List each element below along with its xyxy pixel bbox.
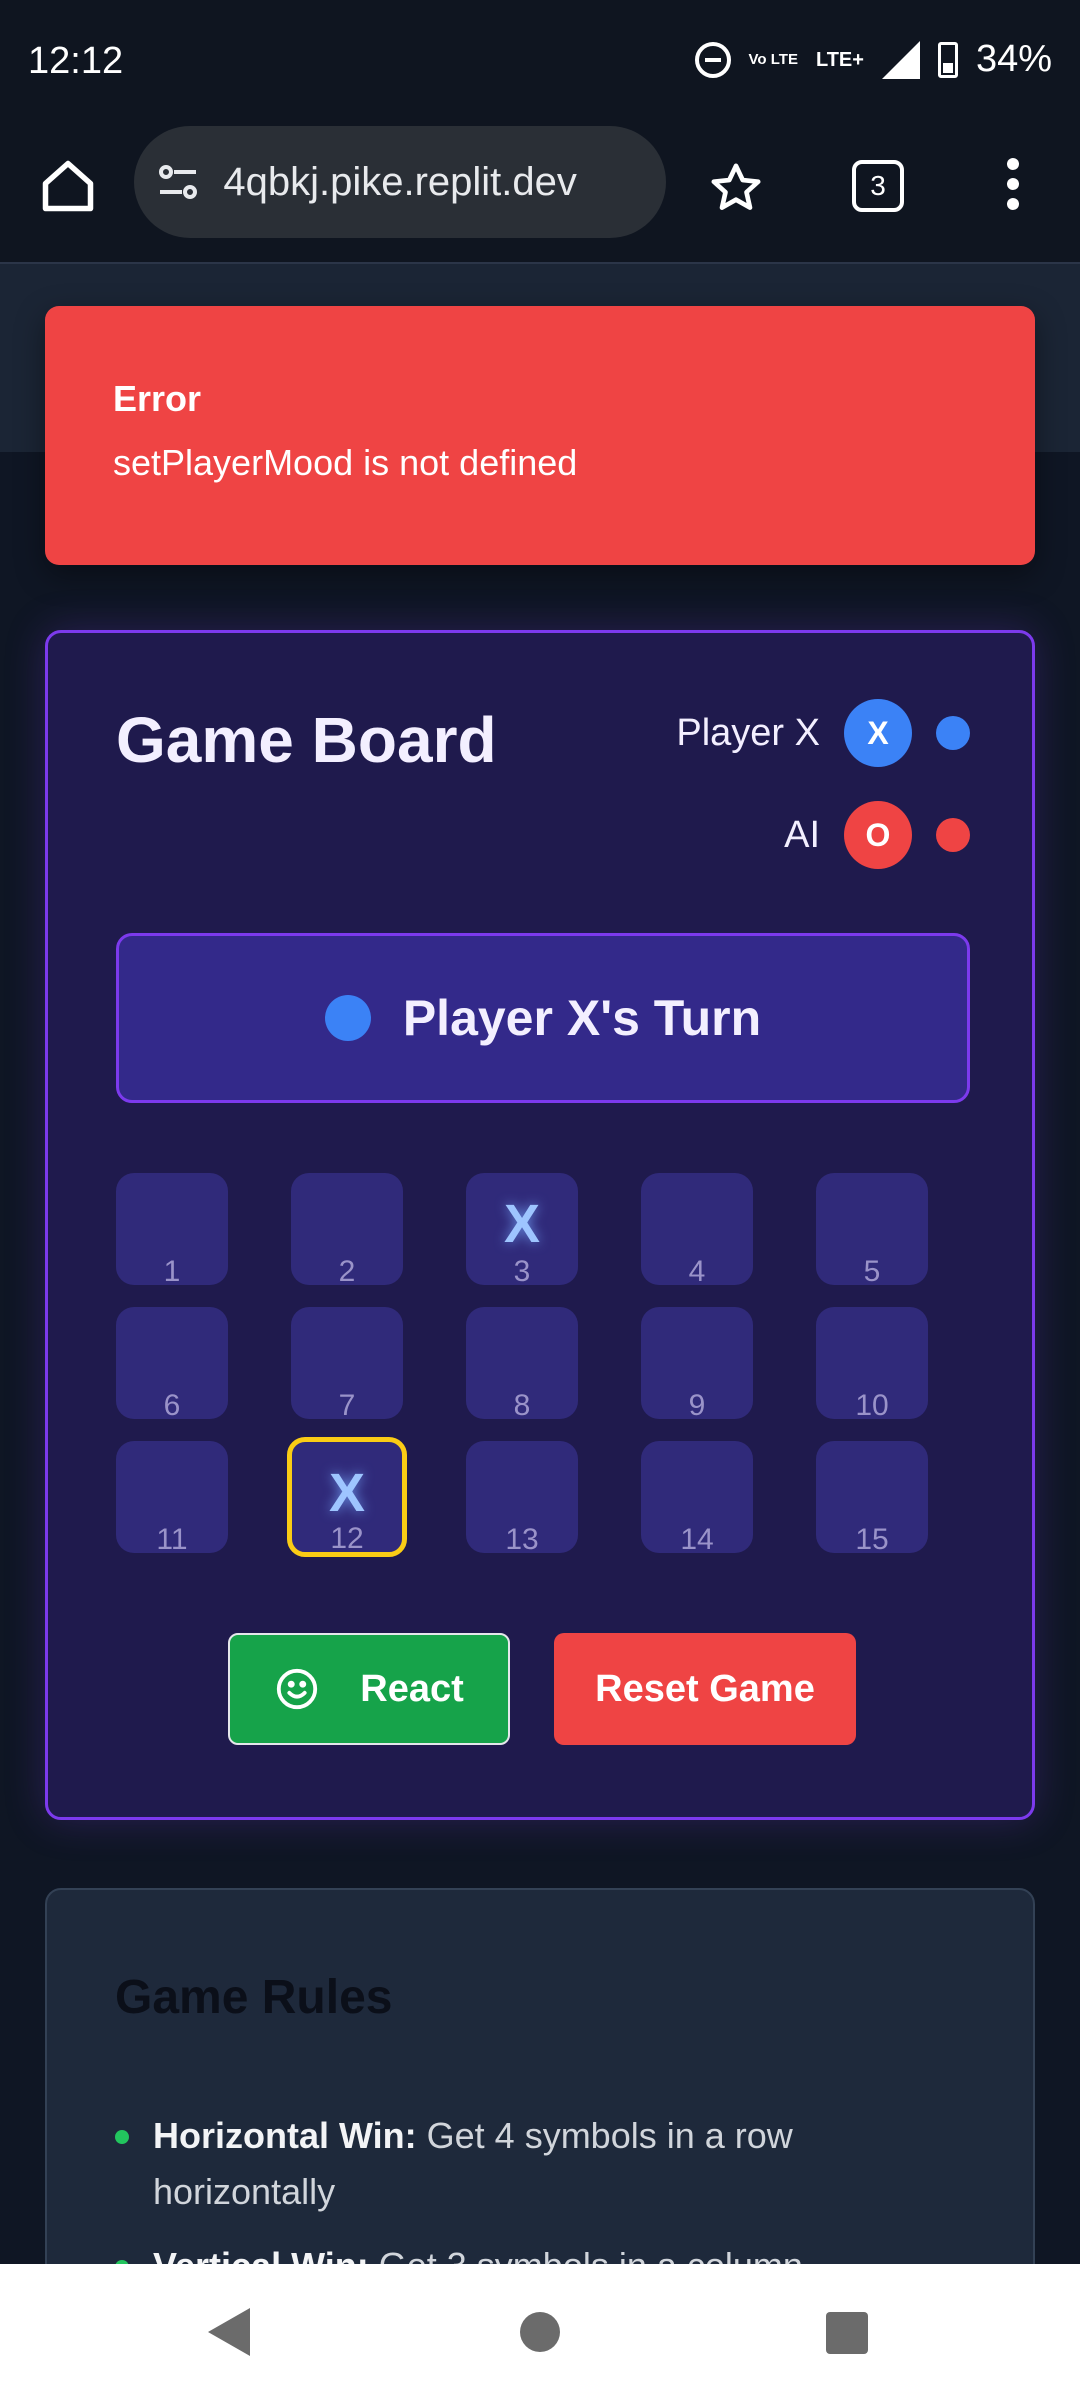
browser-toolbar: 4qbkj.pike.replit.dev 3 [0, 120, 1080, 262]
board-cell[interactable]: 8 [466, 1307, 578, 1422]
lte-icon: LTE+ [815, 48, 864, 71]
board-cell-selected[interactable]: X 12 [287, 1437, 407, 1557]
board-cell[interactable]: 7 [291, 1307, 403, 1422]
board-cell[interactable]: 10 [816, 1307, 928, 1422]
board-cell[interactable]: 11 [116, 1441, 228, 1556]
battery-icon [937, 41, 958, 78]
site-settings-icon[interactable] [154, 158, 202, 206]
legend-player-x: Player X X [676, 699, 970, 767]
ai-indicator [936, 818, 970, 852]
cell-number: 3 [513, 1255, 531, 1288]
cell-number: 6 [163, 1389, 181, 1422]
board-cell[interactable]: 6 [116, 1307, 228, 1422]
status-bar: 12:12 Vo LTE LTE+ 34% [0, 0, 1080, 120]
more-menu-icon[interactable] [1000, 158, 1026, 218]
board-cell[interactable]: 15 [816, 1441, 928, 1556]
smile-icon [277, 1668, 318, 1710]
board-cell[interactable]: 9 [641, 1307, 753, 1422]
cell-number: 2 [338, 1255, 356, 1288]
volte-icon: Vo LTE [748, 50, 798, 68]
cell-number: 15 [855, 1523, 889, 1556]
cell-number: 12 [330, 1522, 364, 1555]
rule-name: Horizontal Win: [153, 2115, 417, 2156]
player-x-badge: X [844, 699, 912, 767]
cell-number: 10 [855, 1389, 889, 1422]
cell-number: 4 [688, 1255, 706, 1288]
board-cell[interactable]: 4 [641, 1173, 753, 1288]
home-circle-icon[interactable] [520, 2312, 560, 2352]
game-board-card: Game Board Player X X AI O Player X's Tu… [45, 630, 1035, 1820]
cell-number: 11 [156, 1523, 188, 1556]
system-nav-bar [0, 2264, 1080, 2400]
cell-number: 7 [338, 1389, 356, 1422]
error-title: Error [113, 378, 202, 419]
cell-number: 5 [863, 1255, 881, 1288]
cell-number: 8 [513, 1389, 531, 1422]
status-icons: Vo LTE LTE+ 34% [694, 38, 1052, 81]
react-label: React [360, 1667, 464, 1710]
cell-number: 1 [163, 1255, 181, 1288]
error-message: setPlayerMood is not defined [113, 442, 578, 483]
url-bar[interactable]: 4qbkj.pike.replit.dev [134, 126, 666, 238]
recents-icon[interactable] [826, 2312, 868, 2354]
tabs-button[interactable]: 3 [852, 160, 904, 212]
cell-number: 14 [680, 1523, 714, 1556]
url-text: 4qbkj.pike.replit.dev [220, 159, 577, 204]
turn-text: Player X's Turn [402, 990, 762, 1046]
back-icon[interactable] [208, 2308, 250, 2356]
error-toast[interactable]: Error setPlayerMood is not defined [45, 306, 1035, 565]
ai-badge: O [844, 801, 912, 869]
board-cell[interactable]: 13 [466, 1441, 578, 1556]
rule-item: Horizontal Win: Get 4 symbols in a row h… [115, 2108, 955, 2220]
bookmark-star-icon[interactable] [708, 160, 764, 216]
home-icon[interactable] [38, 156, 98, 216]
turn-indicator: Player X's Turn [116, 933, 970, 1103]
do-not-disturb-icon [694, 41, 731, 78]
status-time: 12:12 [28, 40, 124, 82]
cell-mark: X [503, 1194, 541, 1254]
legend-label: Player X [676, 711, 820, 754]
react-button[interactable]: React [228, 1633, 510, 1745]
board-title: Game Board [116, 704, 497, 776]
board-cell[interactable]: 5 [816, 1173, 928, 1288]
legend-ai: AI O [784, 801, 970, 869]
board-cell[interactable]: X3 [466, 1173, 578, 1288]
game-rules-card: Game Rules Horizontal Win: Get 4 symbols… [45, 1888, 1035, 2288]
board-cell[interactable]: 14 [641, 1441, 753, 1556]
cell-mark: X [328, 1463, 366, 1523]
battery-level: 34% [975, 38, 1052, 80]
rule-bullet [115, 2130, 129, 2144]
turn-dot [324, 995, 371, 1041]
player-x-indicator [936, 716, 970, 750]
reset-game-button[interactable]: Reset Game [554, 1633, 856, 1745]
rules-title: Game Rules [115, 1971, 393, 2024]
board-cell[interactable]: 2 [291, 1173, 403, 1288]
cell-number: 13 [505, 1523, 539, 1556]
signal-icon [881, 40, 920, 79]
legend-label: AI [784, 813, 820, 856]
board-cell[interactable]: 1 [116, 1173, 228, 1288]
cell-number: 9 [688, 1389, 706, 1422]
